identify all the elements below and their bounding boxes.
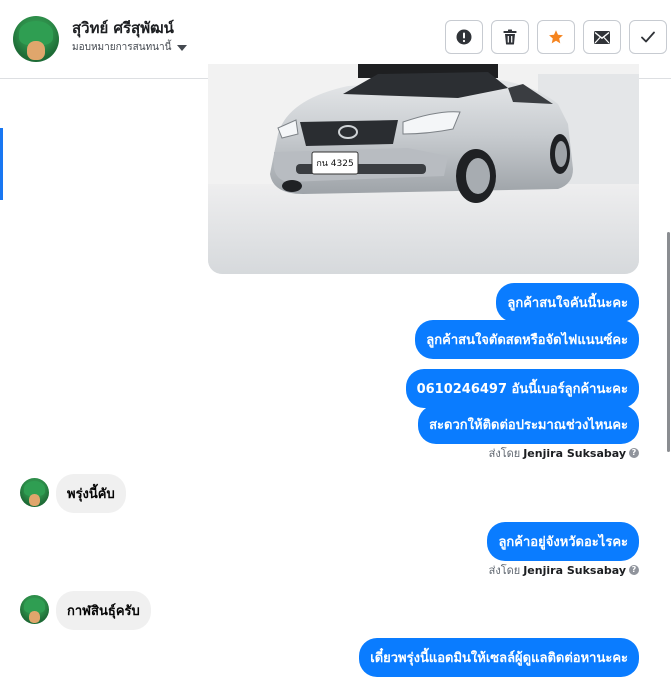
active-thread-indicator bbox=[0, 128, 3, 200]
report-button[interactable] bbox=[445, 20, 483, 54]
caret-down-icon bbox=[177, 44, 188, 51]
incoming-message[interactable]: พรุ่งนี้คับ bbox=[56, 474, 126, 513]
car-photo-attachment[interactable]: กน 4325 bbox=[208, 64, 639, 274]
outgoing-message[interactable]: ลูกค้าสนใจคันนี้นะคะ bbox=[496, 283, 639, 322]
header-actions bbox=[445, 20, 667, 54]
sender-name: Jenjira Suksabay bbox=[523, 563, 626, 577]
exclamation-icon bbox=[456, 29, 472, 45]
outgoing-message[interactable]: สะดวกให้ติดต่อประมาณช่วงไหนคะ bbox=[418, 405, 639, 444]
done-button[interactable] bbox=[629, 20, 667, 54]
trash-icon bbox=[503, 29, 517, 45]
sent-by-label: ส่งโดย Jenjira Suksabay ? bbox=[489, 561, 639, 579]
assign-conversation-dropdown[interactable]: มอบหมายการสนทนานี้ bbox=[72, 40, 188, 55]
outgoing-message[interactable]: 0610246497 อันนี้เบอร์ลูกค้านะคะ bbox=[405, 369, 639, 408]
outgoing-message[interactable]: ลูกค้าสนใจตัดสดหรือจัดไฟแนนซ์คะ bbox=[415, 320, 639, 359]
car-illustration: กน 4325 bbox=[208, 64, 639, 274]
license-plate-text: กน 4325 bbox=[316, 159, 353, 169]
incoming-message[interactable]: กาฬสินธุ์ครับ bbox=[56, 591, 151, 630]
sender-avatar[interactable] bbox=[20, 595, 49, 624]
sent-by-prefix: ส่งโดย bbox=[488, 564, 521, 577]
assign-label: มอบหมายการสนทนานี้ bbox=[72, 42, 172, 53]
scrollbar-thumb[interactable] bbox=[667, 232, 670, 452]
outgoing-message[interactable]: ลูกค้าอยู่จังหวัดอะไรคะ bbox=[487, 522, 639, 561]
delete-button[interactable] bbox=[491, 20, 529, 54]
sent-by-prefix: ส่งโดย bbox=[488, 447, 521, 460]
help-icon[interactable]: ? bbox=[629, 448, 639, 458]
user-avatar[interactable] bbox=[13, 16, 59, 62]
check-icon bbox=[641, 31, 655, 43]
star-icon bbox=[549, 30, 563, 44]
user-name[interactable]: สุวิทย์ ศรีสุพัฒน์ bbox=[72, 16, 174, 40]
outgoing-message[interactable]: เดี๋ยวพรุ่งนี้แอดมินให้เซลล์ผู้ดูแลติดต่… bbox=[359, 638, 639, 677]
unread-button[interactable] bbox=[583, 20, 621, 54]
help-icon[interactable]: ? bbox=[629, 565, 639, 575]
sender-name: Jenjira Suksabay bbox=[523, 446, 626, 460]
star-button[interactable] bbox=[537, 20, 575, 54]
sender-avatar[interactable] bbox=[20, 478, 49, 507]
sent-by-label: ส่งโดย Jenjira Suksabay ? bbox=[489, 444, 639, 462]
envelope-icon bbox=[594, 30, 610, 44]
